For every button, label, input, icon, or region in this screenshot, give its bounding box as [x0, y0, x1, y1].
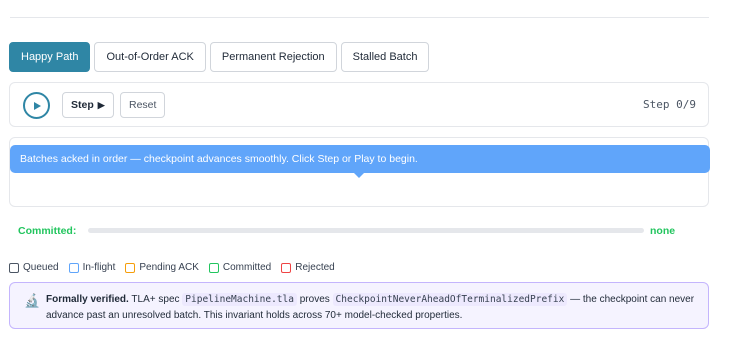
legend-item-committed: Committed [208, 262, 272, 273]
playback-controls: Step ▶ Reset Step 0/9 [9, 82, 709, 127]
step-button[interactable]: Step ▶ [62, 92, 114, 118]
tab-stalled-batch[interactable]: Stalled Batch [340, 42, 430, 72]
verification-text-2: proves [299, 294, 330, 305]
committed-track [88, 228, 644, 233]
legend: Queued In-flight Pending ACK Committed R… [9, 262, 335, 273]
pending-ack-swatch [125, 262, 136, 273]
tab-permanent-rejection[interactable]: Permanent Rejection [209, 42, 337, 72]
queued-swatch [9, 262, 19, 273]
legend-item-pending-ack: Pending ACK [125, 262, 199, 273]
legend-item-queued: Queued [9, 262, 59, 273]
step-arrow-icon: ▶ [97, 99, 105, 110]
committed-swatch [208, 262, 219, 273]
committed-label: Committed: [18, 225, 77, 237]
verification-text-1: TLA+ spec [131, 294, 180, 305]
play-icon [33, 101, 41, 110]
reset-button[interactable]: Reset [120, 92, 166, 118]
top-divider [10, 17, 709, 18]
banner-pointer [354, 173, 364, 178]
spec-file-code: PipelineMachine.tla [182, 293, 297, 306]
legend-label: Committed [222, 262, 272, 273]
committed-progress: Committed: none [18, 224, 708, 238]
legend-item-rejected: Rejected [281, 262, 335, 273]
verification-text: Formally verified. TLA+ spec PipelineMac… [46, 292, 701, 324]
legend-label: Pending ACK [139, 262, 199, 273]
step-button-label: Step [71, 99, 94, 111]
in-flight-swatch [68, 262, 79, 273]
tab-out-of-order-ack[interactable]: Out-of-Order ACK [94, 42, 206, 72]
legend-label: In-flight [82, 262, 116, 273]
microscope-icon: 🔬 [24, 293, 41, 308]
legend-item-in-flight: In-flight [68, 262, 116, 273]
legend-label: Rejected [295, 262, 335, 273]
step-counter: Step 0/9 [643, 98, 696, 111]
verification-title: Formally verified. [46, 294, 129, 305]
legend-label: Queued [23, 262, 59, 273]
committed-value: none [650, 225, 676, 237]
invariant-code: CheckpointNeverAheadOfTerminalizedPrefix [332, 293, 568, 306]
status-banner: Batches acked in order — checkpoint adva… [10, 145, 710, 173]
rejected-swatch [281, 262, 292, 273]
batch-stage: Batches acked in order — checkpoint adva… [9, 137, 710, 207]
scenario-tabs: Happy Path Out-of-Order ACK Permanent Re… [9, 42, 430, 72]
formal-verification-note: 🔬 Formally verified. TLA+ spec PipelineM… [9, 282, 709, 329]
tab-happy-path[interactable]: Happy Path [9, 42, 91, 72]
play-button[interactable] [23, 92, 50, 119]
status-banner-text: Batches acked in order — checkpoint adva… [20, 153, 418, 165]
